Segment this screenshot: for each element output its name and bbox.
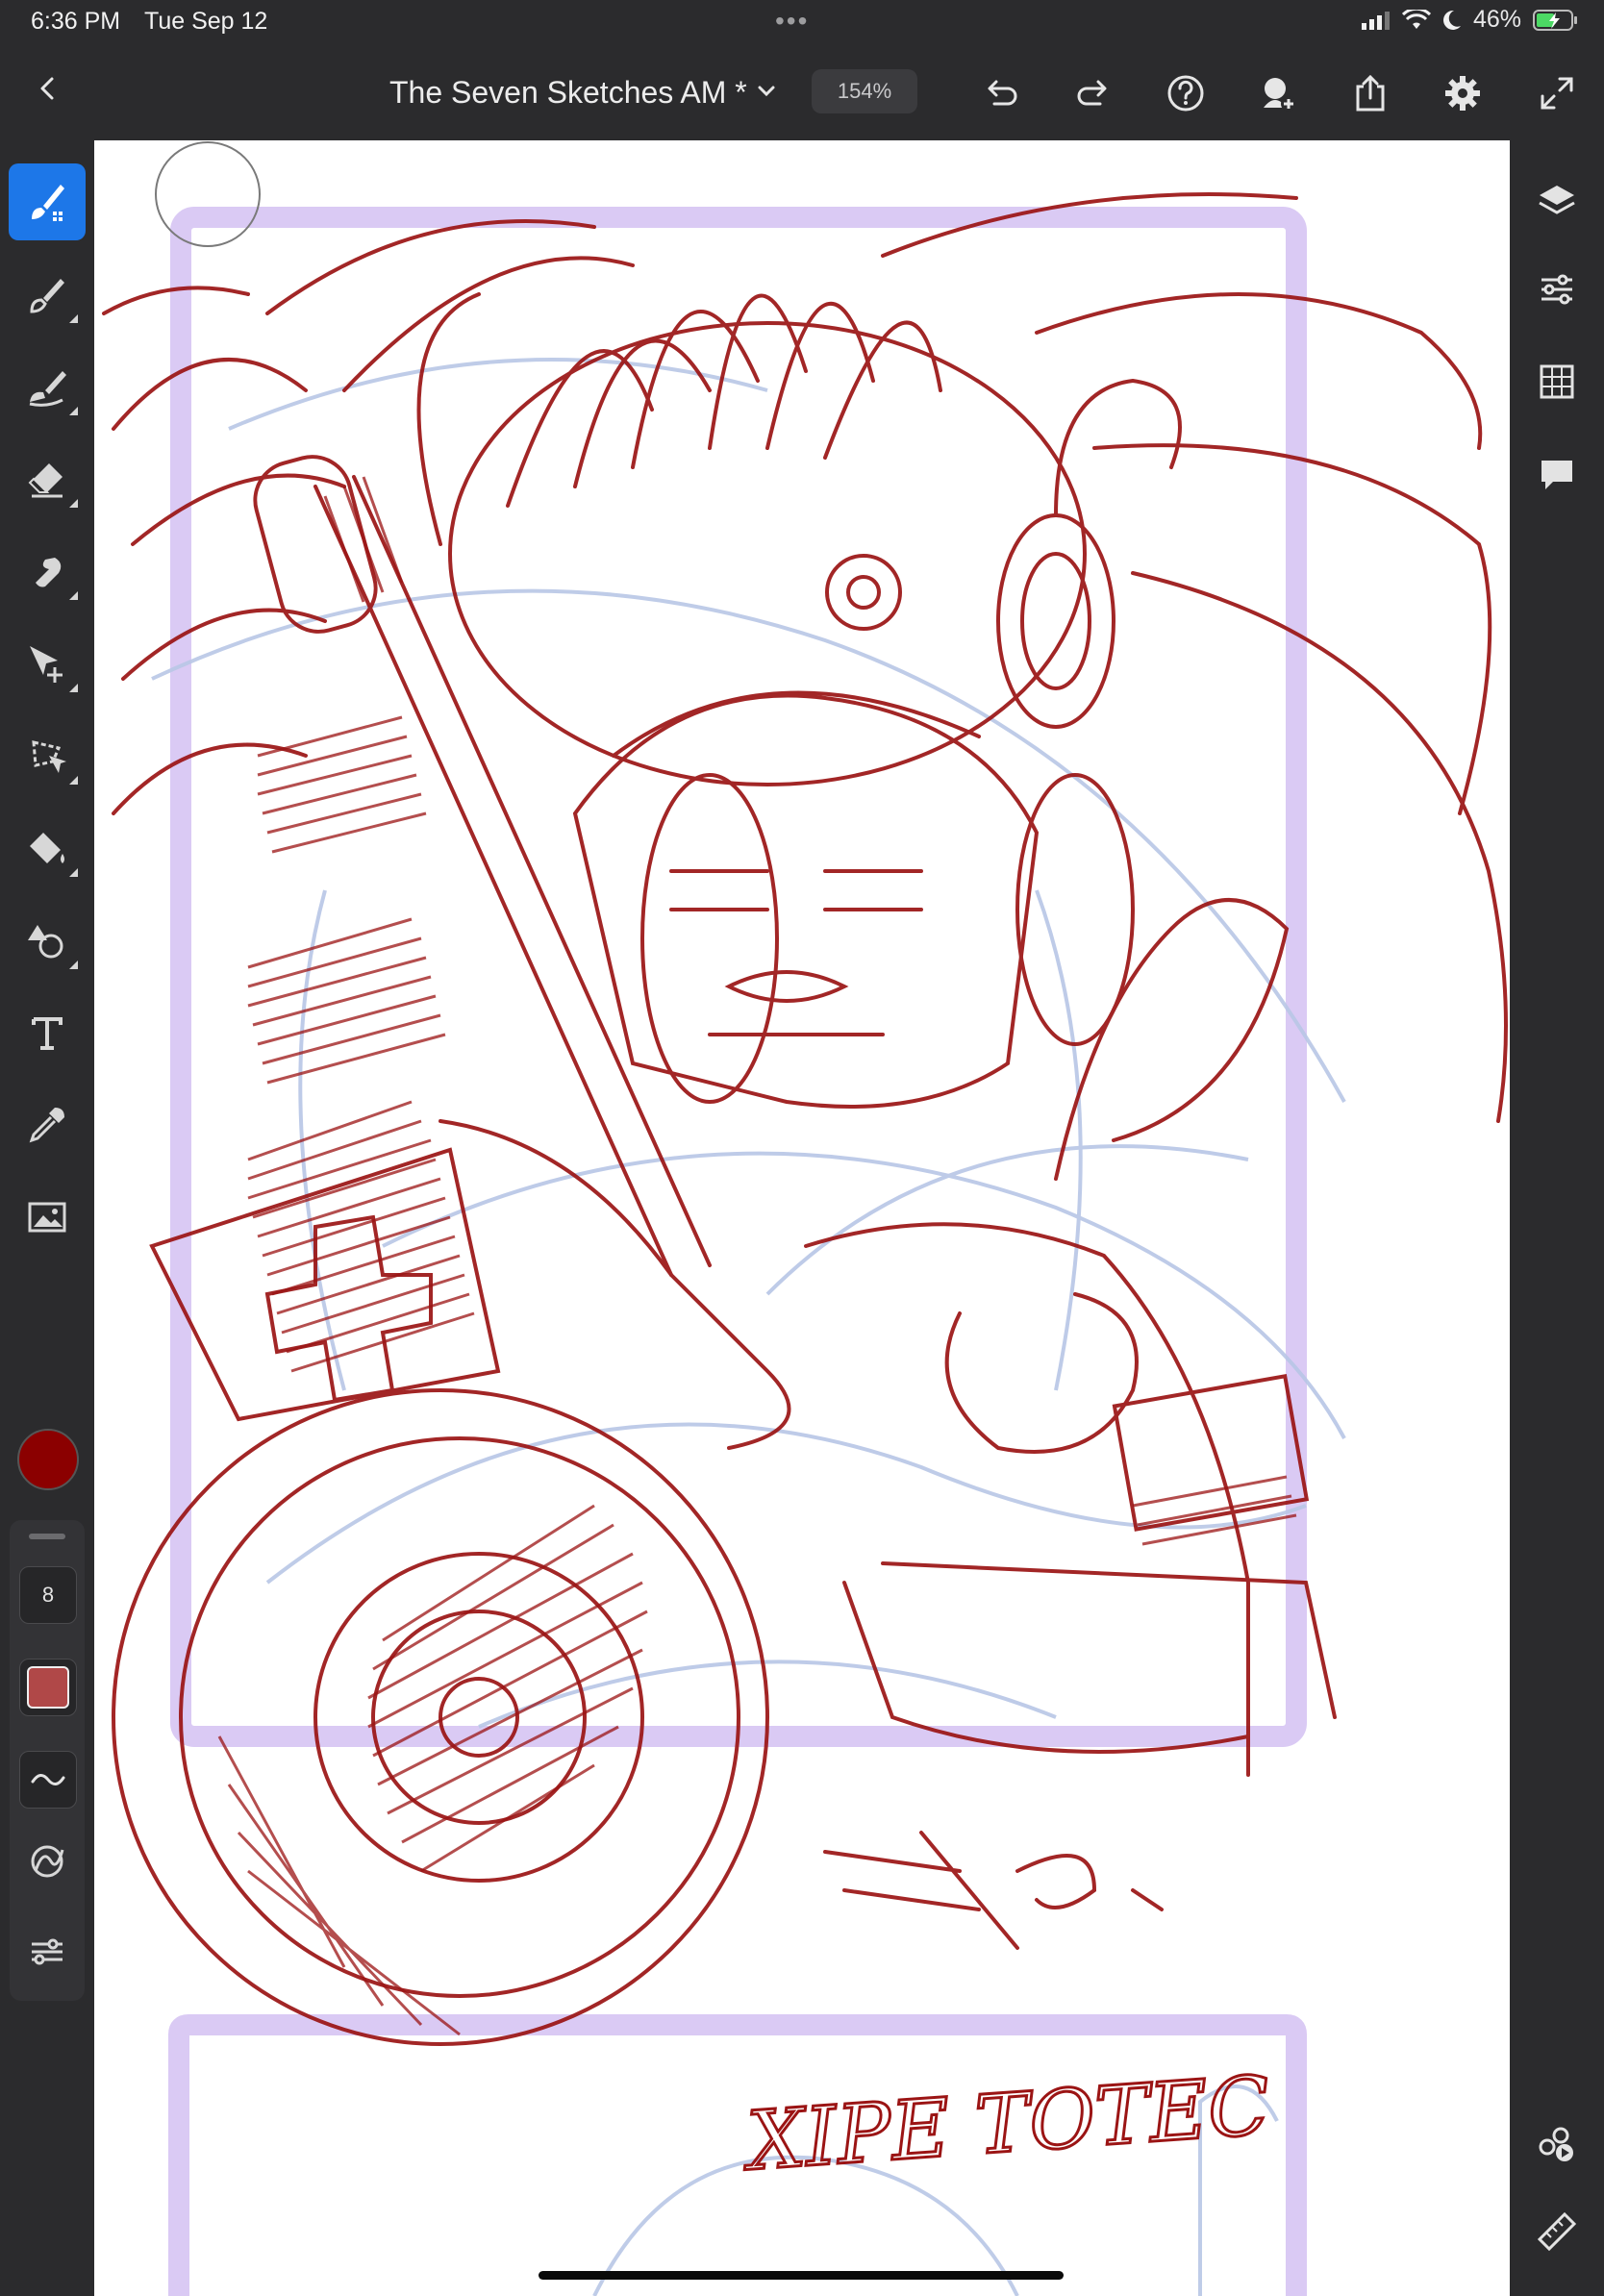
multitasking-dots[interactable]: ••• <box>775 6 809 37</box>
paint-bucket-icon <box>30 833 64 863</box>
expand-icon <box>1541 77 1573 110</box>
shapes-tool[interactable] <box>9 902 86 979</box>
fullscreen-button[interactable] <box>1533 69 1581 117</box>
smudge-icon <box>36 558 62 587</box>
status-bar: 6:36 PM Tue Sep 12 ••• 46% <box>0 0 1604 46</box>
vector-brush-tool[interactable] <box>9 348 86 425</box>
comment-icon <box>1541 461 1572 489</box>
status-date: Tue Sep 12 <box>144 8 268 35</box>
home-indicator[interactable] <box>539 2271 1064 2280</box>
grid-button[interactable] <box>1533 358 1581 406</box>
chevron-left-icon <box>40 77 54 100</box>
transform-tool[interactable] <box>9 625 86 702</box>
left-toolbar: 8 <box>0 140 94 2296</box>
gear-icon <box>1445 76 1480 111</box>
status-time: 6:36 PM <box>31 8 121 35</box>
eyedropper-tool[interactable] <box>9 1086 86 1163</box>
brush-size-control[interactable]: 8 <box>19 1566 77 1624</box>
wifi-icon <box>1401 9 1431 29</box>
flow-swatch <box>27 1666 69 1709</box>
export-button[interactable] <box>1346 69 1394 117</box>
drawing-canvas[interactable]: XIPE TOTEC <box>94 140 1510 2296</box>
sketch-signature: XIPE TOTEC <box>739 2059 1273 2189</box>
predictive-stroke-icon <box>31 1845 64 1878</box>
sliders-icon <box>32 1938 63 1965</box>
text-icon <box>32 1017 63 1050</box>
invite-collaborators-button[interactable] <box>1533 2121 1581 2169</box>
text-tool[interactable] <box>9 994 86 1071</box>
smoothing-button[interactable] <box>19 1751 77 1809</box>
collaborators-icon <box>1539 2127 1573 2161</box>
help-button[interactable] <box>1162 69 1210 117</box>
chevron-down-icon <box>758 86 775 97</box>
right-panel <box>1510 140 1604 2296</box>
sliders-icon <box>1541 274 1572 305</box>
eraser-icon <box>28 463 63 498</box>
smudge-tool[interactable] <box>9 533 86 610</box>
image-icon <box>28 1202 66 1233</box>
comments-button[interactable] <box>1533 450 1581 498</box>
panel-grip[interactable] <box>29 1534 65 1539</box>
paint-brush-tool[interactable] <box>9 256 86 333</box>
status-indicators: 46% <box>1361 6 1579 34</box>
ruler-button[interactable] <box>1533 2208 1581 2256</box>
lasso-icon <box>32 740 66 773</box>
move-icon <box>30 646 63 683</box>
ruler-icon <box>1537 2211 1577 2252</box>
top-toolbar: The Seven Sketches AM * 154% <box>0 48 1604 138</box>
brush-settings-button[interactable] <box>19 1924 75 1980</box>
signal-icon <box>1361 11 1390 30</box>
layers-button[interactable] <box>1533 177 1581 225</box>
add-user-icon <box>1264 78 1296 112</box>
moon-icon <box>1442 10 1461 30</box>
document-title[interactable]: The Seven Sketches AM * <box>389 75 747 111</box>
pixel-brush-tool[interactable] <box>9 163 86 240</box>
place-image-tool[interactable] <box>9 1179 86 1256</box>
zoom-level-button[interactable]: 154% <box>812 69 917 113</box>
redo-icon <box>1077 80 1107 106</box>
battery-percent: 46% <box>1472 6 1521 33</box>
battery-icon <box>1533 9 1577 31</box>
selection-tool[interactable] <box>9 717 86 794</box>
document-menu-button[interactable] <box>752 77 781 106</box>
fill-tool[interactable] <box>9 810 86 886</box>
predictive-stroke-button[interactable] <box>19 1834 75 1889</box>
share-icon <box>1356 74 1385 112</box>
layers-icon <box>1539 186 1575 214</box>
pixel-brush-icon <box>32 185 64 221</box>
wave-icon <box>31 1774 65 1785</box>
grid-icon <box>1540 364 1574 399</box>
undo-icon <box>988 80 1017 106</box>
eyedropper-icon <box>29 1108 64 1143</box>
back-button[interactable] <box>27 67 69 110</box>
layer-properties-button[interactable] <box>1533 265 1581 313</box>
brush-flow-control[interactable] <box>19 1659 77 1716</box>
redo-button[interactable] <box>1069 69 1117 117</box>
color-picker-swatch[interactable] <box>17 1429 79 1490</box>
undo-button[interactable] <box>977 69 1025 117</box>
sketch-artwork: XIPE TOTEC <box>102 141 1508 2296</box>
eraser-tool[interactable] <box>9 440 86 517</box>
help-icon <box>1167 75 1204 112</box>
share-invite-button[interactable] <box>1254 69 1302 117</box>
brush-settings-panel: 8 <box>10 1520 85 2001</box>
shapes-icon <box>28 925 63 959</box>
paint-brush-icon <box>30 279 64 313</box>
vector-brush-icon <box>29 371 66 407</box>
settings-button[interactable] <box>1439 69 1487 117</box>
